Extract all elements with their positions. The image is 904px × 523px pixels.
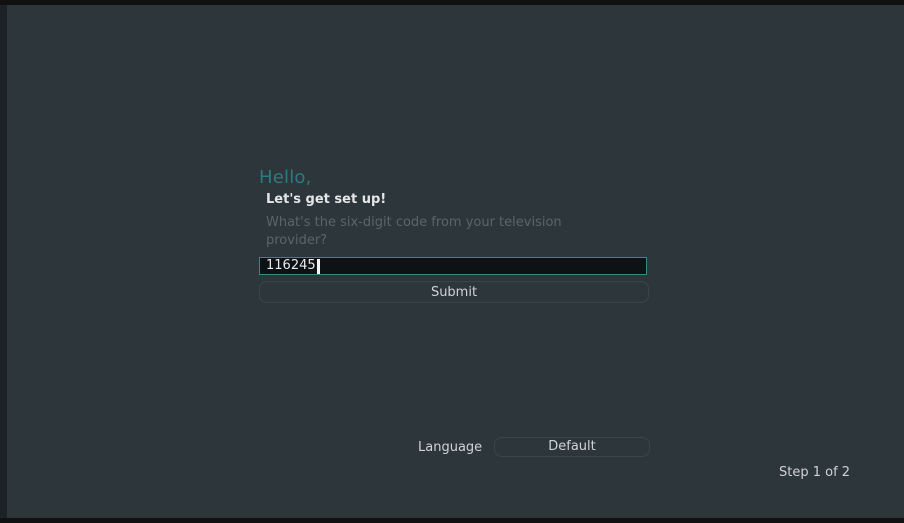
- greeting-heading: Hello,: [259, 167, 312, 188]
- step-indicator: Step 1 of 2: [779, 465, 851, 480]
- left-border: [0, 5, 7, 518]
- code-prompt: What's the six-digit code from your tele…: [266, 215, 562, 248]
- bottom-border: [0, 518, 904, 523]
- language-label: Language: [418, 440, 483, 455]
- submit-button[interactable]: Submit: [259, 281, 649, 303]
- code-input-value: 116245: [266, 258, 316, 273]
- language-select[interactable]: Default: [494, 437, 650, 457]
- text-caret: [316, 258, 320, 274]
- code-input[interactable]: 116245: [259, 257, 647, 275]
- setup-subtitle: Let's get set up!: [266, 192, 387, 207]
